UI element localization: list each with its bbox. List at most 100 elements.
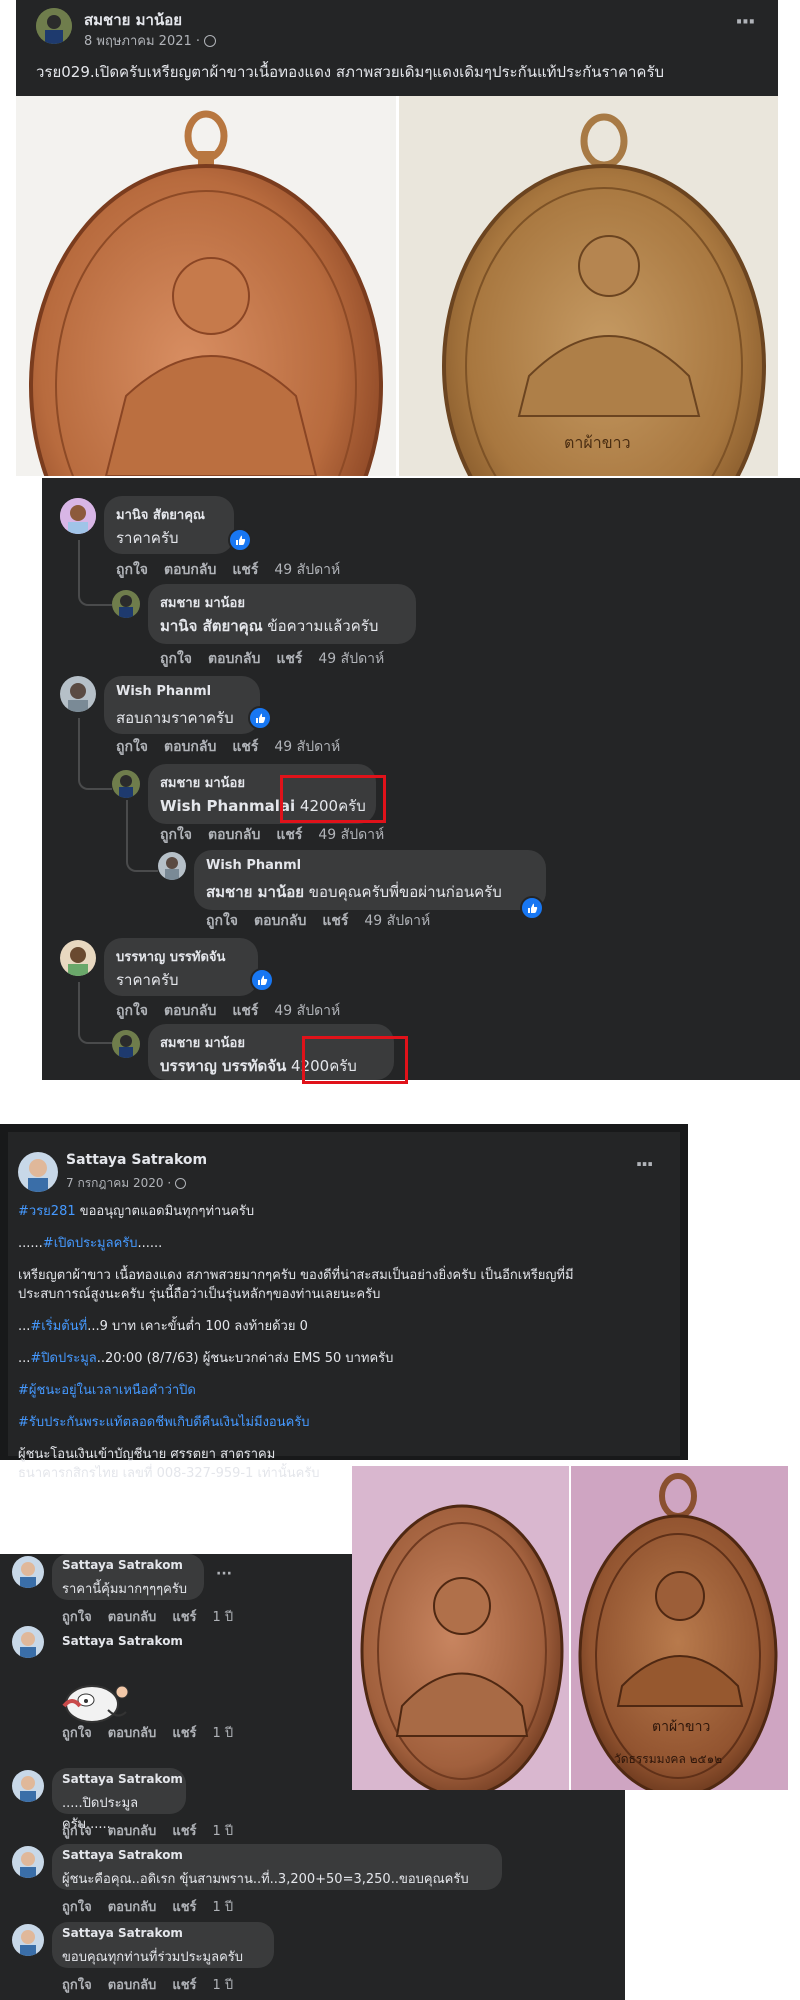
comment-author[interactable]: สมชาย มาน้อย	[160, 592, 245, 613]
like-button[interactable]: ถูกใจ	[62, 1606, 92, 1627]
comment-avatar[interactable]	[112, 1030, 140, 1058]
post2-line1: #วรย281 ขออนุญาตแอดมินทุกๆท่านครับ	[18, 1204, 255, 1219]
post2-date[interactable]: 7 กรกฎาคม 2020 ·	[66, 1174, 187, 1193]
post2-date-text[interactable]: 7 กรกฎาคม 2020 ·	[66, 1174, 171, 1193]
reply-button[interactable]: ตอบกลับ	[108, 1896, 157, 1917]
reply-button[interactable]: ตอบกลับ	[164, 736, 216, 758]
comment-time[interactable]: 49 สัปดาห์	[274, 736, 340, 758]
comment-avatar[interactable]	[60, 498, 96, 534]
share-button[interactable]: แชร์	[172, 1820, 196, 1841]
comment-author[interactable]: สมชาย มาน้อย	[160, 1032, 245, 1053]
comment-mention[interactable]: Wish Phanmalai	[160, 797, 295, 815]
comment-mention[interactable]: มานิจ สัตยาคุณ	[160, 617, 263, 635]
comment-time[interactable]: 1 ปี	[213, 1896, 234, 1917]
share-button[interactable]: แชร์	[276, 648, 302, 670]
comment-author[interactable]: มานิจ สัตยาคุณ	[116, 504, 205, 525]
post1-avatar[interactable]	[36, 8, 72, 44]
share-button[interactable]: แชร์	[276, 824, 302, 846]
comment-avatar[interactable]	[60, 676, 96, 712]
hashtag-link[interactable]: #วรย281	[18, 1204, 76, 1219]
comment-avatar[interactable]	[112, 770, 140, 798]
comment-avatar[interactable]	[12, 1556, 44, 1588]
reply-button[interactable]: ตอบกลับ	[108, 1722, 157, 1743]
post1-image-right[interactable]: ตาผ้าขาว	[399, 96, 778, 476]
comment-time[interactable]: 49 สัปดาห์	[274, 1000, 340, 1022]
post1-date-text[interactable]: 8 พฤษภาคม 2021 ·	[84, 30, 200, 51]
comment-mention[interactable]: บรรหาญ บรรทัดจัน	[160, 1057, 286, 1075]
comment-time[interactable]: 1 ปี	[213, 1974, 234, 1995]
like-button[interactable]: ถูกใจ	[62, 1820, 92, 1841]
post2-author[interactable]: Sattaya Satrakom	[66, 1152, 207, 1168]
share-button[interactable]: แชร์	[232, 736, 258, 758]
hashtag-link[interactable]: #ปิดประมูล	[30, 1351, 96, 1366]
reply-button[interactable]: ตอบกลับ	[254, 910, 306, 932]
reply-button[interactable]: ตอบกลับ	[164, 559, 216, 581]
share-button[interactable]: แชร์	[322, 910, 348, 932]
comment-avatar[interactable]	[12, 1924, 44, 1956]
hashtag-link[interactable]: #รับประกันพระแท้ตลอดชีพเกิบดีคืนเงินไม่ม…	[18, 1415, 310, 1430]
share-button[interactable]: แชร์	[172, 1722, 196, 1743]
like-button[interactable]: ถูกใจ	[62, 1722, 92, 1743]
reply-button[interactable]: ตอบกลับ	[108, 1606, 157, 1627]
comment-author[interactable]: Sattaya Satrakom	[62, 1926, 183, 1940]
post2-avatar[interactable]	[18, 1152, 58, 1192]
reply-button[interactable]: ตอบกลับ	[164, 1000, 216, 1022]
comment-author[interactable]: Sattaya Satrakom	[62, 1848, 183, 1862]
comment-time[interactable]: 1 ปี	[213, 1606, 234, 1627]
comment-avatar[interactable]	[12, 1770, 44, 1802]
post2-more-button[interactable]: ···	[635, 1152, 654, 1176]
comment-author[interactable]: สมชาย มาน้อย	[160, 772, 245, 793]
like-button[interactable]: ถูกใจ	[116, 559, 148, 581]
post1-image-left[interactable]	[16, 96, 396, 476]
share-button[interactable]: แชร์	[172, 1606, 196, 1627]
comment-text: ราคาครับ	[116, 529, 179, 547]
hashtag-link[interactable]: #เริ่มต้นที่	[30, 1319, 87, 1334]
share-button[interactable]: แชร์	[232, 559, 258, 581]
like-button[interactable]: ถูกใจ	[62, 1896, 92, 1917]
comment-avatar[interactable]	[12, 1626, 44, 1658]
hashtag-link[interactable]: #ผู้ชนะอยู่ในเวลาเหนือคำว่าปิด	[18, 1383, 196, 1398]
like-reaction-icon[interactable]	[248, 706, 272, 730]
like-reaction-icon[interactable]	[520, 896, 544, 920]
like-button[interactable]: ถูกใจ	[206, 910, 238, 932]
comment-time[interactable]: 49 สัปดาห์	[318, 824, 384, 846]
post1-author[interactable]: สมชาย มาน้อย	[84, 8, 182, 32]
comment-author[interactable]: Wish Phanml	[116, 684, 211, 699]
reply-button[interactable]: ตอบกลับ	[208, 648, 260, 670]
like-button[interactable]: ถูกใจ	[160, 648, 192, 670]
comment-time[interactable]: 1 ปี	[213, 1722, 234, 1743]
comment-mention[interactable]: สมชาย มาน้อย	[206, 883, 304, 901]
comment-author[interactable]: บรรหาญ บรรทัดจัน	[116, 946, 225, 967]
comment-time[interactable]: 49 สัปดาห์	[274, 559, 340, 581]
comment-author[interactable]: Wish Phanml	[206, 858, 301, 873]
comment-author[interactable]: Sattaya Satrakom	[62, 1634, 183, 1648]
like-reaction-icon[interactable]	[228, 528, 252, 552]
comment-time[interactable]: 49 สัปดาห์	[364, 910, 430, 932]
like-button[interactable]: ถูกใจ	[62, 1974, 92, 1995]
sticker-image[interactable]	[52, 1676, 132, 1728]
comment-time[interactable]: 49 สัปดาห์	[318, 648, 384, 670]
post2-image[interactable]: ตาผ้าขาว วัดธรรมมงคล ๒๕๑๒	[352, 1466, 788, 1790]
comment-author[interactable]: Sattaya Satrakom	[62, 1558, 183, 1572]
like-button[interactable]: ถูกใจ	[116, 736, 148, 758]
comment-avatar[interactable]	[158, 852, 186, 880]
like-button[interactable]: ถูกใจ	[160, 824, 192, 846]
comment-avatar[interactable]	[60, 940, 96, 976]
thread-line	[78, 540, 80, 592]
comment-time[interactable]: 1 ปี	[213, 1820, 234, 1841]
share-button[interactable]: แชร์	[172, 1896, 196, 1917]
comment-more-button[interactable]: ···	[216, 1566, 232, 1582]
like-button[interactable]: ถูกใจ	[116, 1000, 148, 1022]
share-button[interactable]: แชร์	[232, 1000, 258, 1022]
comment-avatar[interactable]	[12, 1846, 44, 1878]
comment-avatar[interactable]	[112, 590, 140, 618]
post1-date[interactable]: 8 พฤษภาคม 2021 ·	[84, 30, 217, 51]
reply-button[interactable]: ตอบกลับ	[108, 1820, 157, 1841]
comment-author[interactable]: Sattaya Satrakom	[62, 1772, 183, 1786]
like-reaction-icon[interactable]	[250, 968, 274, 992]
post1-more-button[interactable]: ···	[735, 10, 756, 35]
share-button[interactable]: แชร์	[172, 1974, 196, 1995]
reply-button[interactable]: ตอบกลับ	[208, 824, 260, 846]
reply-button[interactable]: ตอบกลับ	[108, 1974, 157, 1995]
hashtag-link[interactable]: #เปิดประมูลครับ	[43, 1236, 138, 1251]
